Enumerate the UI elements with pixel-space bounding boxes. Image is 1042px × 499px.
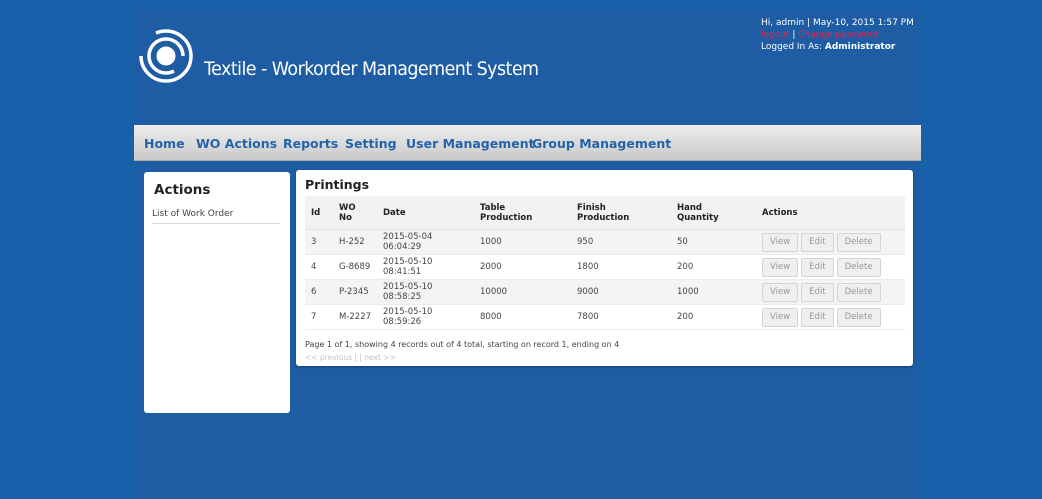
cell-wo-no: H-252 <box>333 229 377 255</box>
cell-actions: View Edit Delete <box>756 254 905 280</box>
change-password-link[interactable]: Change password <box>798 30 878 40</box>
cell-wo-no: M-2227 <box>333 304 377 330</box>
cell-wo-no: P-2345 <box>333 279 377 305</box>
user-info: Hi, admin | May-10, 2015 1:57 PM logout … <box>761 17 914 53</box>
nav-group-management[interactable]: Group Management <box>532 136 671 151</box>
logged-in-label: Logged In As: <box>761 42 825 52</box>
cell-id: 3 <box>305 229 333 255</box>
cell-hand-quantity: 200 <box>671 304 756 330</box>
cell-id: 6 <box>305 279 333 305</box>
pagination-links: << previous | | next >> <box>305 353 396 362</box>
column-header-id[interactable]: Id <box>305 196 333 230</box>
view-button[interactable]: View <box>762 232 799 252</box>
nav-home[interactable]: Home <box>144 136 185 151</box>
app-title: Textile - Workorder Management System <box>204 58 539 80</box>
actions-sidebar: Actions List of Work Order <box>144 172 290 413</box>
cell-finish-production: 1800 <box>571 254 671 280</box>
greeting-text: Hi, admin | May-10, 2015 1:57 PM <box>761 18 914 28</box>
printings-table: Id WO No Date Table Production Finish Produ… <box>305 196 905 330</box>
cell-table-production: 1000 <box>474 229 571 255</box>
table-header: Id WO No Date Table Production Finish Produ… <box>305 196 905 230</box>
printings-panel: Printings Id WO No Date Table Production F… <box>296 170 913 366</box>
logged-in-as: Logged In As: Administrator <box>761 41 914 53</box>
cell-finish-production: 9000 <box>571 279 671 305</box>
logout-link[interactable]: logout <box>761 30 789 40</box>
column-header-hand-quantity[interactable]: Hand Quantity <box>671 196 756 230</box>
table-row: 7 M-2227 2015-05-10 08:59:26 8000 7800 20… <box>305 304 905 330</box>
edit-button[interactable]: Edit <box>801 307 834 327</box>
cell-actions: View Edit Delete <box>756 279 905 305</box>
page-title: Printings <box>305 177 370 192</box>
delete-button[interactable]: Delete <box>836 257 881 277</box>
pagination-summary: Page 1 of 1, showing 4 records out of 4 … <box>305 340 620 349</box>
view-button[interactable]: View <box>762 307 799 327</box>
page-wrapper: Textile - Workorder Management System Hi… <box>134 10 921 499</box>
link-separator: | <box>789 30 799 40</box>
column-header-finish-production[interactable]: Finish Production <box>571 196 671 230</box>
cell-actions: View Edit Delete <box>756 304 905 330</box>
edit-button[interactable]: Edit <box>801 282 834 302</box>
cell-actions: View Edit Delete <box>756 229 905 255</box>
delete-button[interactable]: Delete <box>836 232 881 252</box>
cell-date: 2015-05-10 08:41:51 <box>377 254 474 280</box>
table-row: 6 P-2345 2015-05-10 08:58:25 10000 9000 1… <box>305 279 905 305</box>
sidebar-title: Actions <box>154 182 211 198</box>
column-header-table-production[interactable]: Table Production <box>474 196 571 230</box>
cell-hand-quantity: 50 <box>671 229 756 255</box>
view-button[interactable]: View <box>762 282 799 302</box>
next-page-link[interactable]: next >> <box>364 353 396 362</box>
cell-finish-production: 7800 <box>571 304 671 330</box>
nav-setting[interactable]: Setting <box>345 136 397 151</box>
nav-reports[interactable]: Reports <box>283 136 338 151</box>
cell-date: 2015-05-04 06:04:29 <box>377 229 474 255</box>
cell-wo-no: G-8689 <box>333 254 377 280</box>
nav-user-management[interactable]: User Management <box>406 136 535 151</box>
user-role: Administrator <box>824 42 896 52</box>
account-links: logout | Change password <box>761 29 914 41</box>
cell-id: 4 <box>305 254 333 280</box>
list-of-work-order-link[interactable]: List of Work Order <box>152 209 280 224</box>
cell-hand-quantity: 200 <box>671 254 756 280</box>
table-row: 4 G-8689 2015-05-10 08:41:51 2000 1800 20… <box>305 254 905 280</box>
logo-icon <box>138 29 193 83</box>
previous-page-link[interactable]: << previous <box>305 353 352 362</box>
cell-table-production: 10000 <box>474 279 571 305</box>
cell-date: 2015-05-10 08:58:25 <box>377 279 474 305</box>
delete-button[interactable]: Delete <box>836 282 881 302</box>
cell-hand-quantity: 1000 <box>671 279 756 305</box>
delete-button[interactable]: Delete <box>836 307 881 327</box>
edit-button[interactable]: Edit <box>801 232 834 252</box>
column-header-date[interactable]: Date <box>377 196 474 230</box>
column-header-wo-no[interactable]: WO No <box>333 196 377 230</box>
view-button[interactable]: View <box>762 257 799 277</box>
cell-table-production: 2000 <box>474 254 571 280</box>
cell-id: 7 <box>305 304 333 330</box>
pagination-separator: | | <box>352 353 365 362</box>
cell-finish-production: 950 <box>571 229 671 255</box>
nav-wo-actions[interactable]: WO Actions <box>196 136 277 151</box>
cell-date: 2015-05-10 08:59:26 <box>377 304 474 330</box>
cell-table-production: 8000 <box>474 304 571 330</box>
column-header-actions: Actions <box>756 196 905 230</box>
table-row: 3 H-252 2015-05-04 06:04:29 1000 950 50 V… <box>305 229 905 255</box>
main-nav: Home WO Actions Reports Setting User Man… <box>134 125 921 161</box>
edit-button[interactable]: Edit <box>801 257 834 277</box>
